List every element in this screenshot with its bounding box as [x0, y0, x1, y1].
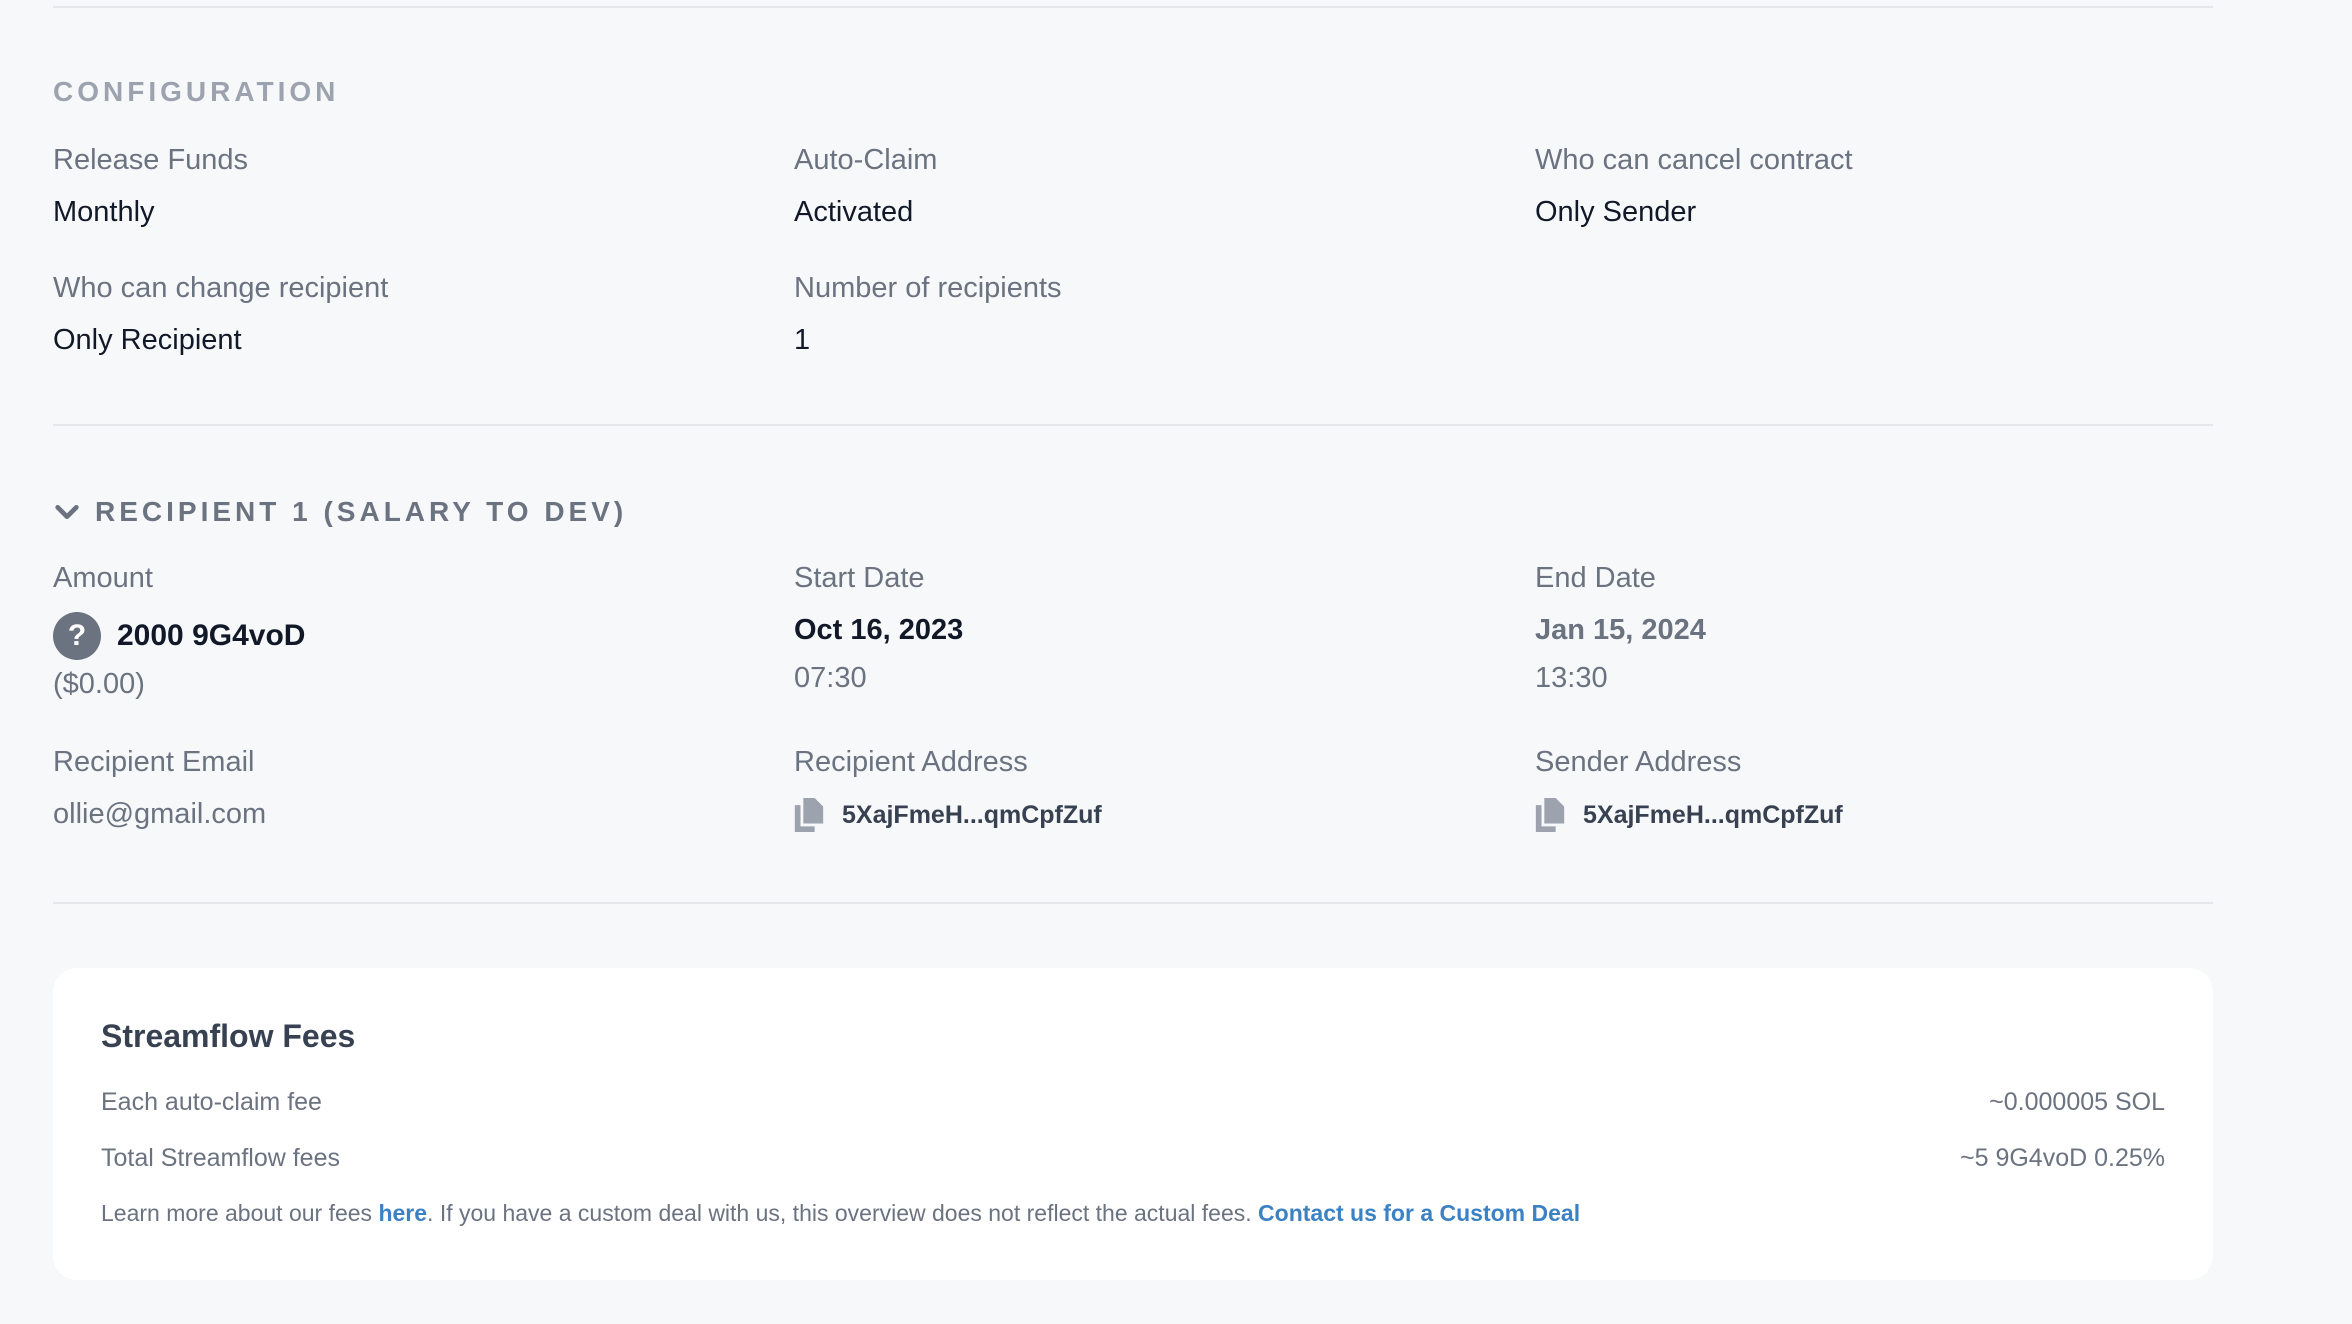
amount-label: Amount	[53, 562, 153, 594]
number-recipients-value: 1	[794, 324, 811, 356]
recipient-address-label: Recipient Address	[794, 746, 1028, 778]
change-recipient-value: Only Recipient	[53, 324, 242, 356]
start-date-label: Start Date	[794, 562, 925, 594]
release-funds-label: Release Funds	[53, 144, 249, 176]
total-fees-label: Total Streamflow fees	[101, 1144, 340, 1172]
auto-claim-fee-label: Each auto-claim fee	[101, 1088, 322, 1116]
sender-address-value: 5XajFmeH...qmCpfZuf	[1583, 800, 1843, 829]
question-mark-icon: ?	[53, 612, 101, 660]
amount-usd: ($0.00)	[53, 668, 145, 700]
amount-field: Amount ? 2000 9G4voD ($0.00)	[53, 560, 753, 702]
end-time-value: 13:30	[1535, 662, 1608, 694]
configuration-title: CONFIGURATION	[53, 76, 340, 107]
fees-note: Learn more about our fees here. If you h…	[101, 1200, 1580, 1227]
start-time-value: 07:30	[794, 662, 867, 694]
fees-here-link[interactable]: here	[378, 1200, 427, 1226]
top-divider	[53, 6, 2213, 8]
auto-claim-field: Auto-Claim Activated	[794, 142, 1494, 230]
recipient-email-field: Recipient Email ollie@gmail.com	[53, 744, 753, 832]
release-funds-value: Monthly	[53, 196, 155, 228]
recipient-email-value: ollie@gmail.com	[53, 798, 267, 830]
chevron-down-icon	[55, 505, 79, 519]
copy-icon[interactable]	[794, 798, 824, 832]
total-fees-value: ~5 9G4voD 0.25%	[1960, 1144, 2165, 1172]
auto-claim-fee-row: Each auto-claim fee ~0.000005 SOL	[101, 1088, 2165, 1117]
number-recipients-field: Number of recipients 1	[794, 270, 1494, 358]
cancel-contract-field: Who can cancel contract Only Sender	[1535, 142, 2235, 230]
auto-claim-label: Auto-Claim	[794, 144, 938, 176]
start-date-field: Start Date Oct 16, 2023 07:30	[794, 560, 1494, 696]
total-fees-row: Total Streamflow fees ~5 9G4voD 0.25%	[101, 1144, 2165, 1173]
recipient-address-field: Recipient Address 5XajFmeH...qmCpfZuf	[794, 744, 1494, 832]
contact-custom-deal-link[interactable]: Contact us for a Custom Deal	[1258, 1200, 1580, 1226]
sender-address-label: Sender Address	[1535, 746, 1742, 778]
copy-icon[interactable]	[1535, 798, 1565, 832]
sender-address-field: Sender Address 5XajFmeH...qmCpfZuf	[1535, 744, 2235, 832]
auto-claim-value: Activated	[794, 196, 914, 228]
recipient-address-copy[interactable]: 5XajFmeH...qmCpfZuf	[794, 798, 1494, 832]
change-recipient-field: Who can change recipient Only Recipient	[53, 270, 753, 358]
recipient-address-value: 5XajFmeH...qmCpfZuf	[842, 800, 1102, 829]
start-date-value: Oct 16, 2023	[794, 614, 964, 646]
recipient-divider	[53, 902, 2213, 904]
recipient-toggle[interactable]: RECIPIENT 1 (SALARY TO DEV)	[53, 496, 627, 528]
recipient-email-label: Recipient Email	[53, 746, 255, 778]
end-date-field: End Date Jan 15, 2024 13:30	[1535, 560, 2235, 696]
release-funds-field: Release Funds Monthly	[53, 142, 753, 230]
recipient-title: RECIPIENT 1 (SALARY TO DEV)	[95, 496, 628, 527]
change-recipient-label: Who can change recipient	[53, 272, 389, 304]
sender-address-copy[interactable]: 5XajFmeH...qmCpfZuf	[1535, 798, 2235, 832]
fees-note-middle: . If you have a custom deal with us, thi…	[427, 1200, 1259, 1226]
fees-title: Streamflow Fees	[101, 1018, 356, 1054]
number-recipients-label: Number of recipients	[794, 272, 1062, 304]
end-date-label: End Date	[1535, 562, 1656, 594]
fees-note-prefix: Learn more about our fees	[101, 1200, 379, 1226]
cancel-contract-value: Only Sender	[1535, 196, 1697, 228]
end-date-value: Jan 15, 2024	[1535, 614, 1706, 646]
fees-card: Streamflow Fees Each auto-claim fee ~0.0…	[53, 968, 2213, 1280]
configuration-divider	[53, 424, 2213, 426]
cancel-contract-label: Who can cancel contract	[1535, 144, 1853, 176]
amount-value: 2000 9G4voD	[117, 619, 306, 652]
auto-claim-fee-value: ~0.000005 SOL	[1989, 1088, 2165, 1116]
